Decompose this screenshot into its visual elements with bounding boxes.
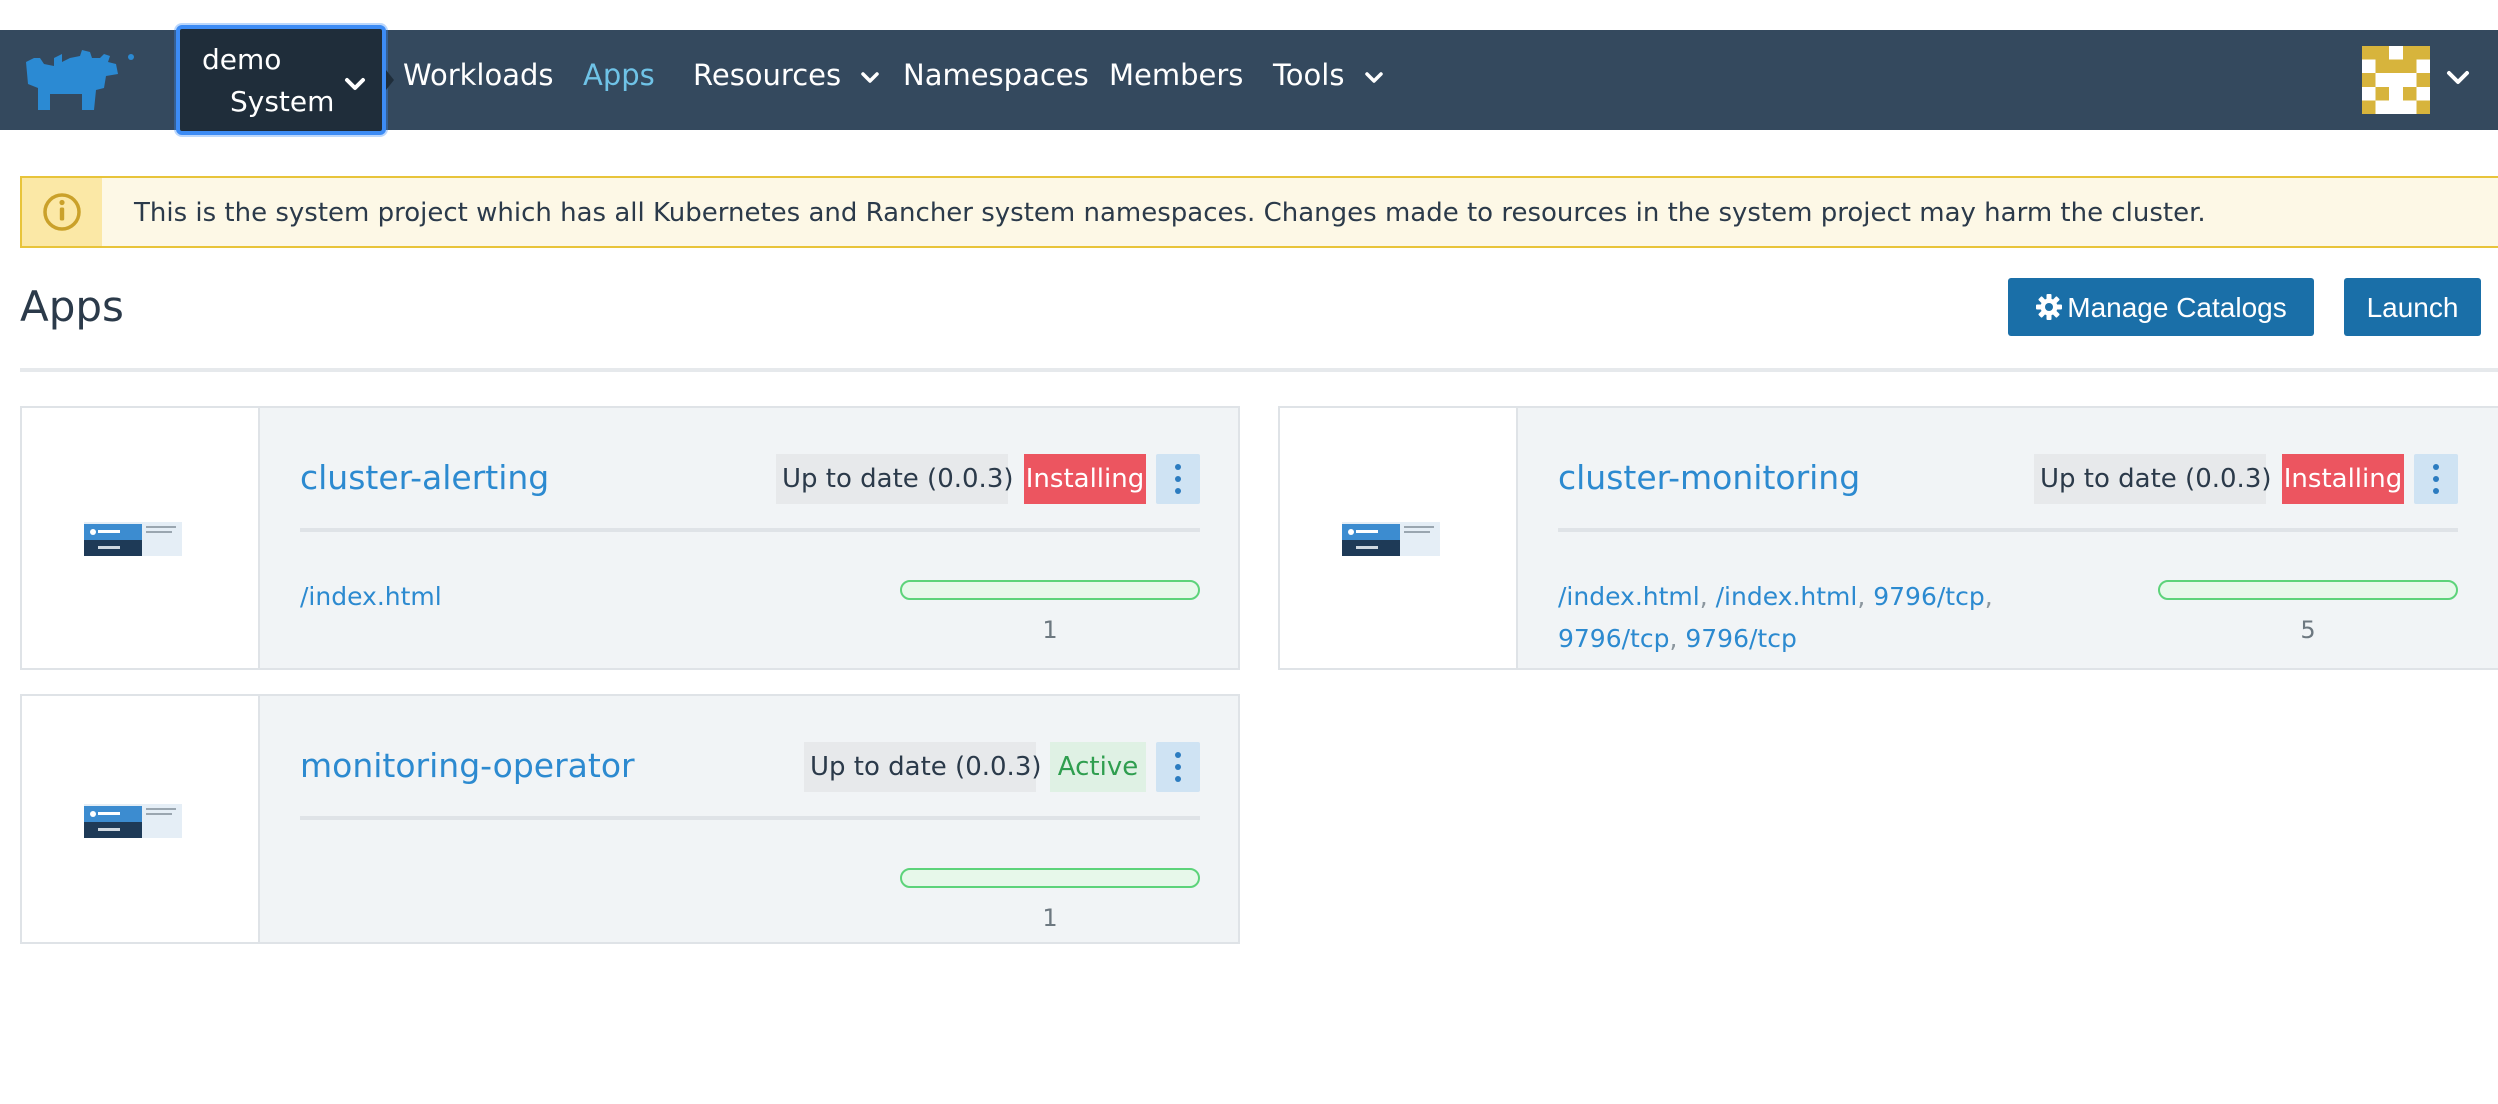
app-logo-image [84, 522, 182, 556]
nav-apps[interactable]: Apps [583, 58, 655, 92]
header-divider [20, 368, 2498, 372]
workload-count: 1 [1042, 616, 1058, 644]
nav-tools-label: Tools [1273, 58, 1345, 92]
workload-progress-bar [2158, 580, 2458, 600]
kebab-menu-icon[interactable] [1156, 454, 1200, 504]
workload-progress-bar [900, 868, 1200, 888]
app-name-link[interactable]: cluster-alerting [300, 458, 549, 497]
workload-count: 5 [2300, 616, 2316, 644]
chevron-down-icon [1364, 72, 1383, 83]
app-logo-image [1342, 522, 1440, 556]
nav-workloads[interactable]: Workloads [403, 58, 554, 92]
cluster-name: demo [202, 43, 282, 76]
manage-catalogs-label: Manage Catalogs [2067, 292, 2287, 323]
gear-icon [2036, 294, 2063, 320]
launch-button[interactable]: Launch [2344, 278, 2481, 336]
workload-progress-bar [900, 580, 1200, 600]
app-card: cluster-monitoring Up to date (0.0.3) In… [1278, 406, 2498, 670]
workload-count: 1 [1042, 904, 1058, 932]
card-divider [300, 528, 1200, 532]
kebab-menu-icon[interactable] [1156, 742, 1200, 792]
app-card: cluster-alerting Up to date (0.0.3) Inst… [20, 406, 1240, 670]
endpoint-list: /index.html [300, 576, 860, 618]
app-thumbnail [22, 408, 260, 668]
banner-text: This is the system project which has all… [134, 198, 2206, 228]
banner-icon-cell [22, 178, 102, 246]
endpoint-list: /index.html, /index.html, 9796/tcp, 9796… [1558, 582, 1993, 653]
chevron-down-icon [345, 78, 365, 90]
app-card: monitoring-operator Up to date (0.0.3) A… [20, 694, 1240, 944]
nav-members[interactable]: Members [1109, 58, 1243, 92]
project-switcher[interactable]: demo System [176, 25, 386, 135]
chevron-down-icon[interactable] [2442, 62, 2474, 94]
app-name-link[interactable]: cluster-monitoring [1558, 458, 1860, 497]
endpoint-link[interactable]: /index.html [300, 582, 442, 611]
card-divider [1558, 528, 2458, 532]
version-badge: Up to date (0.0.3) [776, 454, 1014, 504]
endpoint-link[interactable]: 9796/tcp [1873, 582, 1984, 611]
nav-tools[interactable]: Tools [1273, 58, 1386, 92]
page-title: Apps [20, 282, 124, 331]
nav-namespaces[interactable]: Namespaces [903, 58, 1089, 92]
project-switcher-notch [386, 70, 394, 90]
app-logo-image [84, 804, 182, 838]
chevron-down-icon [861, 72, 880, 83]
endpoint-link[interactable]: /index.html [1716, 582, 1858, 611]
status-badge: Installing [1024, 454, 1146, 504]
nav-resources-label: Resources [693, 58, 842, 92]
kebab-menu-icon[interactable] [2414, 454, 2458, 504]
project-name: System [230, 85, 335, 118]
info-icon [43, 193, 81, 231]
app-name-link[interactable]: monitoring-operator [300, 746, 635, 785]
system-project-warning-banner: This is the system project which has all… [20, 176, 2498, 248]
version-badge: Up to date (0.0.3) [804, 742, 1042, 792]
endpoint-link[interactable]: 9796/tcp [1558, 624, 1669, 653]
app-thumbnail [22, 696, 260, 942]
app-thumbnail [1280, 408, 1518, 668]
rancher-logo[interactable] [20, 48, 156, 114]
nav-resources[interactable]: Resources [693, 58, 882, 92]
avatar[interactable] [2362, 46, 2430, 114]
status-badge: Installing [2282, 454, 2404, 504]
endpoint-link[interactable]: /index.html [1558, 582, 1700, 611]
status-badge: Active [1050, 742, 1146, 792]
version-badge: Up to date (0.0.3) [2034, 454, 2272, 504]
manage-catalogs-button[interactable]: Manage Catalogs [2008, 278, 2314, 336]
endpoint-link[interactable]: 9796/tcp [1685, 624, 1796, 653]
card-divider [300, 816, 1200, 820]
